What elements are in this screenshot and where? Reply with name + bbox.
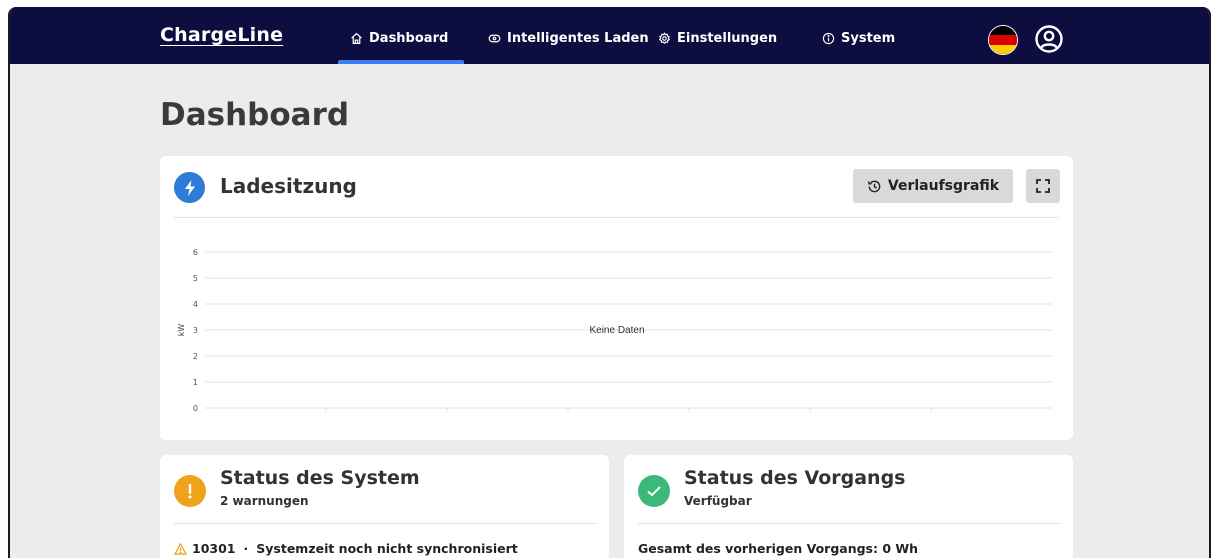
- previous-session-total: Gesamt des vorherigen Vorgangs: 0 Wh: [638, 541, 919, 556]
- y-tick-label: 6: [193, 248, 198, 257]
- app-window: ChargeLine Dashboard Intelligentes Laden…: [8, 7, 1211, 558]
- history-button-label: Verlaufsgrafik: [887, 178, 1000, 194]
- nav-item-intelligentes-laden[interactable]: Intelligentes Laden: [488, 31, 649, 46]
- nav-item-label: Intelligentes Laden: [507, 31, 649, 46]
- smart-charging-icon: [488, 34, 501, 43]
- nav-item-label: Einstellungen: [677, 31, 778, 46]
- german-flag-icon[interactable]: [988, 25, 1018, 55]
- nav-item-label: Dashboard: [369, 31, 449, 46]
- warning-separator: ·: [243, 541, 249, 556]
- fullscreen-icon: [1036, 179, 1050, 193]
- y-tick-label: 2: [193, 352, 198, 361]
- warning-text: Systemzeit noch nicht synchronisiert: [256, 541, 518, 556]
- system-status-subtitle: 2 warnungen: [220, 494, 309, 508]
- warning-icon: [174, 475, 206, 507]
- checkmark-icon: [638, 475, 670, 507]
- y-tick-label: 4: [193, 300, 198, 309]
- warning-row[interactable]: 10301 · Systemzeit noch nicht synchronis…: [174, 541, 518, 556]
- app-logo[interactable]: ChargeLine: [160, 24, 283, 46]
- history-chart-button[interactable]: Verlaufsgrafik: [853, 169, 1013, 203]
- gear-icon: [658, 32, 671, 44]
- top-navigation-bar: ChargeLine Dashboard Intelligentes Laden…: [10, 7, 1209, 64]
- lightning-icon: [174, 172, 205, 203]
- user-icon[interactable]: [1034, 24, 1064, 54]
- process-status-subtitle: Verfügbar: [684, 494, 752, 508]
- process-status-card: Status des Vorgangs Verfügbar Gesamt des…: [624, 455, 1073, 558]
- active-tab-indicator: [338, 60, 464, 64]
- nav-item-label: System: [841, 31, 896, 46]
- y-axis-label: kW: [177, 324, 186, 337]
- charge-session-chart: 0 1 2 3 4 5 6 kW Keine Daten: [177, 248, 1052, 413]
- card-divider: [174, 523, 596, 524]
- nav-item-system[interactable]: System: [822, 31, 895, 46]
- nav-item-dashboard[interactable]: Dashboard: [350, 31, 448, 46]
- nav-item-einstellungen[interactable]: Einstellungen: [658, 31, 777, 46]
- charge-session-card: Ladesitzung Verlaufsgrafik 0 1 2 3 4 5 6 kW Kein…: [160, 156, 1073, 440]
- charge-session-title: Ladesitzung: [220, 174, 357, 198]
- system-status-card: Status des System 2 warnungen 10301 · Sy…: [160, 455, 609, 558]
- y-tick-label: 0: [193, 404, 198, 413]
- card-divider: [638, 523, 1060, 524]
- y-tick-label: 3: [193, 326, 198, 335]
- info-icon: [822, 32, 835, 45]
- home-icon: [351, 32, 362, 44]
- page-title: Dashboard: [160, 97, 350, 133]
- no-data-message: Keine Daten: [589, 325, 644, 336]
- system-status-title: Status des System: [220, 467, 420, 489]
- fullscreen-button[interactable]: [1026, 169, 1060, 203]
- process-status-title: Status des Vorgangs: [684, 467, 906, 489]
- history-icon: [867, 180, 881, 192]
- warning-triangle-icon: [174, 542, 187, 555]
- y-tick-label: 1: [193, 378, 198, 387]
- warning-code: 10301: [192, 541, 236, 556]
- y-tick-label: 5: [193, 274, 198, 283]
